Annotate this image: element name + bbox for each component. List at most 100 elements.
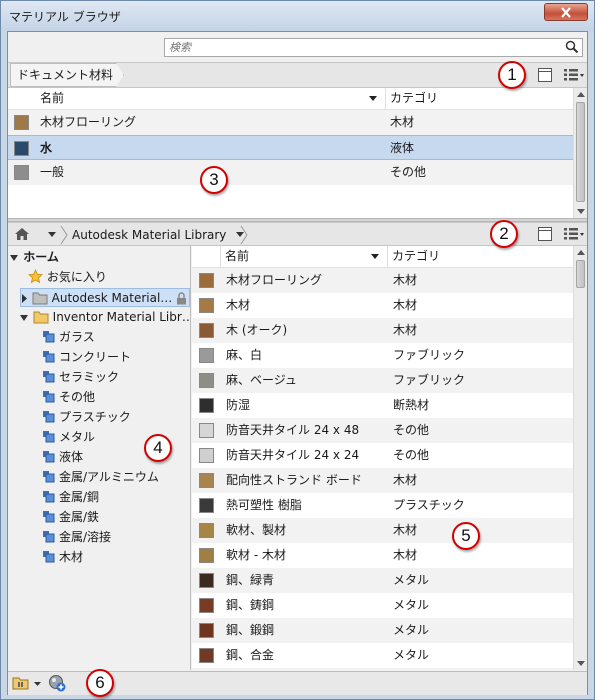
material-swatch: [199, 498, 214, 513]
collapsed-arrow-icon[interactable]: [21, 294, 28, 303]
material-category: 木材: [393, 473, 418, 487]
lib-table-row[interactable]: 木材フローリング 木材: [192, 268, 573, 293]
doc-table-row[interactable]: 一般 その他: [8, 160, 573, 185]
lib-table-scrollbar[interactable]: [573, 246, 587, 670]
close-icon: [561, 7, 571, 18]
category-icon: [43, 451, 55, 463]
close-button[interactable]: [544, 3, 588, 21]
tree-category-item[interactable]: 金属/溶接: [42, 528, 111, 547]
tree-category-item[interactable]: セラミック: [42, 368, 119, 387]
material-name: 木 (オーク): [226, 323, 288, 337]
material-name: 木材フローリング: [226, 273, 323, 287]
lib-table-row[interactable]: 軟材、製材 木材: [192, 518, 573, 543]
material-swatch: [14, 115, 29, 130]
tree-category-item[interactable]: 金属/鉄: [42, 508, 99, 527]
lib-table-row[interactable]: 防音天井タイル 24 x 48 その他: [192, 418, 573, 443]
doc-table-row[interactable]: 水 液体: [8, 135, 573, 160]
material-category: ファブリック: [393, 348, 466, 362]
home-dropdown-icon[interactable]: [48, 232, 56, 238]
lib-table-row[interactable]: 鋼、鍛鋼 メタル: [192, 618, 573, 643]
category-icon: [43, 331, 55, 343]
material-category: メタル: [393, 623, 430, 637]
tree-category-label: 木材: [59, 550, 84, 564]
library-tree: ホーム お気に入り Autodesk Material… Inventor Ma…: [8, 246, 191, 670]
tree-category-item[interactable]: メタル: [42, 428, 95, 447]
tree-category-item[interactable]: 金属/アルミニウム: [42, 468, 159, 487]
tree-category-item[interactable]: ガラス: [42, 328, 95, 347]
lock-icon: [177, 292, 186, 305]
expand-arrow-icon[interactable]: [10, 254, 19, 262]
lib-column-header-name[interactable]: 名前: [220, 246, 388, 268]
scroll-up-arrow[interactable]: [577, 92, 585, 97]
lib-table-row[interactable]: 防湿 断熱材: [192, 393, 573, 418]
lib-table-row[interactable]: 鋼、鋳鋼 メタル: [192, 593, 573, 618]
scroll-thumb[interactable]: [576, 102, 585, 202]
lib-table-row[interactable]: 軟材 - 木材 木材: [192, 543, 573, 568]
crumb-end-separator-icon: [240, 225, 248, 245]
material-category: その他: [390, 165, 427, 179]
scroll-up-arrow[interactable]: [577, 250, 585, 255]
tree-category-item[interactable]: その他: [42, 388, 95, 407]
breadcrumb-document-materials[interactable]: ドキュメント材料: [10, 63, 124, 87]
callout-5: 5: [452, 522, 480, 550]
material-name: 麻、ベージュ: [226, 373, 297, 387]
material-name: 木材: [226, 298, 251, 312]
lib-table-row[interactable]: 木材 木材: [192, 293, 573, 318]
column-header-category[interactable]: カテゴリ: [386, 88, 566, 110]
material-swatch: [199, 573, 214, 588]
lib-table-row[interactable]: 麻、白 ファブリック: [192, 343, 573, 368]
lib-table-row[interactable]: 麻、ベージュ ファブリック: [192, 368, 573, 393]
tree-category-item[interactable]: 木材: [42, 548, 83, 567]
category-icon: [43, 351, 55, 363]
lib-view-options-icon[interactable]: [563, 227, 585, 244]
lib-table-row[interactable]: 配向性ストランド ボード 木材: [192, 468, 573, 493]
lib-column-header-name-label: 名前: [225, 249, 250, 263]
search-box[interactable]: [164, 38, 583, 57]
scroll-down-arrow[interactable]: [577, 209, 585, 214]
tree-category-item[interactable]: 金属/銅: [42, 488, 99, 507]
tree-item-home[interactable]: ホーム: [10, 248, 59, 267]
tree-category-item[interactable]: 液体: [42, 448, 83, 467]
material-swatch: [199, 273, 214, 288]
material-name: 防湿: [226, 398, 251, 412]
lib-table-row[interactable]: 熱可塑性 樹脂 プラスチック: [192, 493, 573, 518]
material-name: 木材フローリング: [40, 115, 137, 129]
doc-table-scrollbar[interactable]: [573, 88, 587, 218]
tree-item-inventor-library[interactable]: Inventor Material Libr…: [20, 308, 190, 327]
dropdown-arrow-icon[interactable]: [34, 682, 41, 687]
tree-category-label: 金属/溶接: [59, 530, 112, 544]
lib-table-row[interactable]: 木 (オーク) 木材: [192, 318, 573, 343]
lib-table-row[interactable]: 鋼、緑青 メタル: [192, 568, 573, 593]
scroll-thumb[interactable]: [576, 260, 585, 288]
view-options-icon[interactable]: [563, 68, 585, 85]
library-bar: Autodesk Material Library 2: [8, 220, 587, 248]
material-swatch: [14, 165, 29, 180]
material-name: 麻、白: [226, 348, 263, 362]
material-category: メタル: [393, 648, 430, 662]
library-manage-button[interactable]: [12, 675, 42, 693]
lib-table-row[interactable]: 鋼、合金 メタル: [192, 643, 573, 668]
home-button[interactable]: [14, 227, 30, 244]
tree-item-autodesk-library[interactable]: Autodesk Material…: [20, 288, 190, 307]
lib-panel-toggle-icon[interactable]: [537, 226, 553, 245]
window-title: マテリアル ブラウザ: [9, 10, 121, 24]
tree-category-item[interactable]: コンクリート: [42, 348, 131, 367]
tree-category-item[interactable]: プラスチック: [42, 408, 131, 427]
tree-item-favorites[interactable]: お気に入り: [28, 268, 107, 287]
search-icon[interactable]: [565, 40, 579, 54]
title-bar[interactable]: マテリアル ブラウザ: [1, 1, 594, 31]
callout-1: 1: [498, 61, 526, 89]
create-material-button[interactable]: [48, 674, 66, 695]
column-header-name[interactable]: 名前: [36, 88, 386, 110]
panel-toggle-icon[interactable]: [537, 67, 553, 86]
material-swatch: [199, 398, 214, 413]
category-icon: [43, 391, 55, 403]
tree-category-label: メタル: [59, 430, 96, 444]
doc-table-row[interactable]: 木材フローリング 木材: [8, 110, 573, 135]
search-input[interactable]: [169, 40, 549, 55]
scroll-down-arrow[interactable]: [577, 661, 585, 666]
lib-column-header-category[interactable]: カテゴリ: [388, 246, 568, 268]
lib-table-row[interactable]: 防音天井タイル 24 x 24 その他: [192, 443, 573, 468]
breadcrumb-autodesk-library[interactable]: Autodesk Material Library: [72, 225, 250, 245]
expanded-arrow-icon[interactable]: [20, 314, 29, 322]
